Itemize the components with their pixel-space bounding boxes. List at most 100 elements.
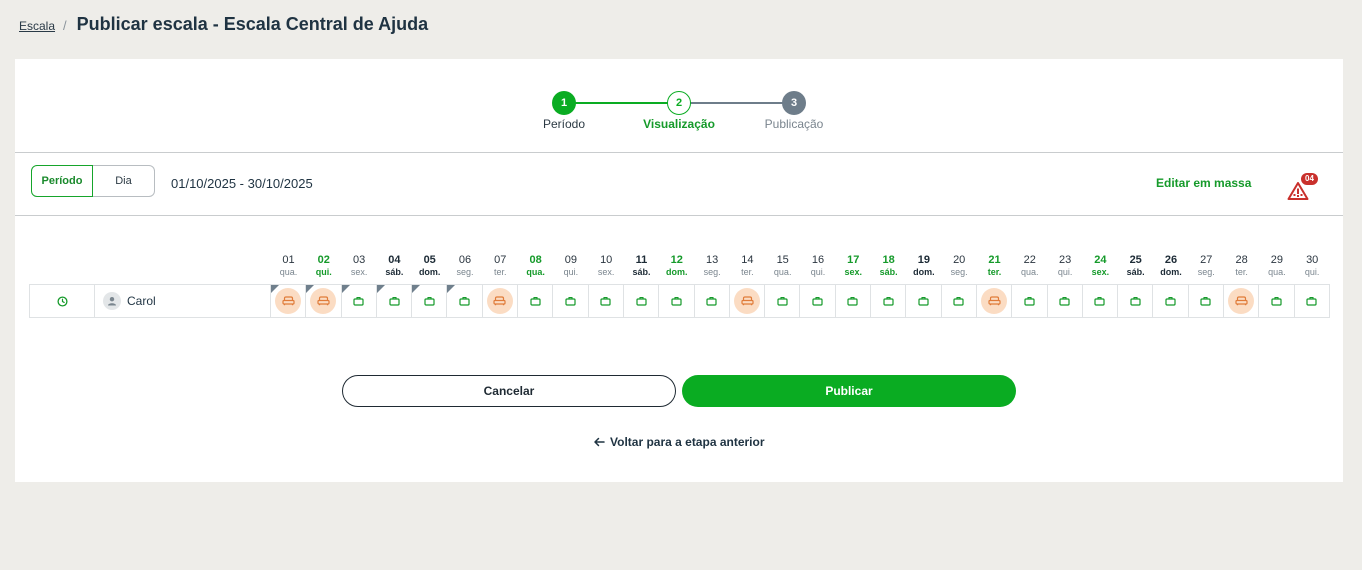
briefcase-icon bbox=[424, 297, 435, 306]
back-link[interactable]: Voltar para a etapa anterior bbox=[593, 435, 765, 449]
day-cell-26[interactable] bbox=[1153, 284, 1189, 318]
briefcase-icon bbox=[530, 297, 541, 306]
day-weekday: seg. bbox=[703, 267, 721, 277]
briefcase-icon bbox=[918, 297, 929, 306]
day-cell-11[interactable] bbox=[623, 284, 660, 318]
day-cell-09[interactable] bbox=[553, 284, 589, 318]
view-mode-period-button[interactable]: Período bbox=[31, 165, 93, 197]
day-weekday: dom. bbox=[666, 267, 688, 277]
day-cell-21[interactable] bbox=[976, 284, 1013, 318]
day-weekday: qua. bbox=[773, 267, 792, 277]
day-cell-14[interactable] bbox=[729, 284, 766, 318]
day-cell-15[interactable] bbox=[765, 284, 801, 318]
day-header-28: 28 ter. bbox=[1224, 254, 1259, 278]
day-off-badge bbox=[486, 288, 513, 314]
day-weekday: qui. bbox=[1304, 267, 1320, 277]
day-cell-05[interactable] bbox=[412, 284, 448, 318]
briefcase-icon bbox=[883, 297, 894, 306]
day-cell-30[interactable] bbox=[1294, 284, 1330, 318]
arrow-left-icon bbox=[594, 437, 605, 447]
day-number: 06 bbox=[458, 254, 472, 266]
day-header-21: 21 ter. bbox=[977, 254, 1012, 278]
edited-marker bbox=[271, 285, 279, 293]
mass-edit-link[interactable]: Editar em massa bbox=[1156, 176, 1251, 190]
day-cell-23[interactable] bbox=[1047, 284, 1083, 318]
step-3-label: Publicação bbox=[764, 117, 824, 131]
day-cell-13[interactable] bbox=[694, 284, 730, 318]
day-off-badge bbox=[734, 288, 760, 314]
main-card: 1 Período 2 Visualização 3 Publicação Pe… bbox=[15, 59, 1343, 482]
page-title: Publicar escala - Escala Central de Ajud… bbox=[76, 14, 429, 34]
briefcase-icon bbox=[1024, 297, 1035, 306]
alerts-button[interactable]: 04 bbox=[1285, 173, 1321, 201]
day-header-08: 08 qua. bbox=[518, 254, 553, 278]
day-header-20: 20 seg. bbox=[942, 254, 977, 278]
edited-marker bbox=[341, 285, 350, 293]
day-weekday: qui. bbox=[315, 267, 332, 277]
day-cell-20[interactable] bbox=[941, 284, 977, 318]
day-header-18: 18 sáb. bbox=[871, 254, 906, 278]
breadcrumb: Escala / Publicar escala - Escala Centra… bbox=[19, 14, 428, 35]
day-cell-08[interactable] bbox=[518, 284, 554, 318]
employee-name: Carol bbox=[127, 294, 156, 308]
day-weekday: ter. bbox=[987, 267, 1002, 277]
day-number: 23 bbox=[1058, 254, 1072, 266]
day-weekday: qua. bbox=[1268, 267, 1286, 277]
day-header-06: 06 seg. bbox=[448, 254, 483, 278]
day-cell-10[interactable] bbox=[588, 284, 624, 318]
day-header-22: 22 qua. bbox=[1012, 254, 1047, 278]
day-weekday: sex. bbox=[844, 267, 863, 277]
day-header-27: 27 seg. bbox=[1189, 254, 1224, 278]
stepper: 1 Período 2 Visualização 3 Publicação bbox=[15, 59, 1343, 153]
day-number: 29 bbox=[1270, 254, 1284, 266]
day-cell-17[interactable] bbox=[835, 284, 872, 318]
briefcase-icon bbox=[1059, 297, 1070, 306]
day-header-02: 02 qui. bbox=[306, 254, 341, 278]
breadcrumb-link-escala[interactable]: Escala bbox=[19, 19, 55, 33]
briefcase-icon bbox=[459, 297, 470, 306]
employee-cell[interactable]: Carol bbox=[95, 284, 271, 318]
day-cell-03[interactable] bbox=[341, 284, 377, 318]
publish-button[interactable]: Publicar bbox=[682, 375, 1016, 407]
day-header-25: 25 sáb. bbox=[1118, 254, 1153, 278]
day-cell-02[interactable] bbox=[306, 284, 342, 318]
day-cell-16[interactable] bbox=[800, 284, 836, 318]
cancel-button[interactable]: Cancelar bbox=[342, 375, 676, 407]
day-number: 11 bbox=[635, 254, 648, 266]
day-header-15: 15 qua. bbox=[765, 254, 800, 278]
day-cell-07[interactable] bbox=[482, 284, 519, 318]
view-mode-day-button[interactable]: Dia bbox=[93, 165, 155, 197]
day-weekday: seg. bbox=[950, 267, 968, 277]
day-cell-27[interactable] bbox=[1188, 284, 1225, 318]
day-weekday: ter. bbox=[494, 267, 507, 277]
alert-count-badge: 04 bbox=[1301, 173, 1318, 185]
briefcase-icon bbox=[953, 297, 964, 306]
day-number: 17 bbox=[847, 254, 860, 266]
day-cell-28[interactable] bbox=[1224, 284, 1260, 318]
briefcase-icon bbox=[847, 297, 858, 306]
day-cell-01[interactable] bbox=[271, 284, 307, 318]
day-number: 07 bbox=[494, 254, 507, 266]
day-cell-25[interactable] bbox=[1118, 284, 1154, 318]
day-weekday: sex. bbox=[597, 267, 615, 277]
status-cell[interactable] bbox=[29, 284, 95, 318]
day-cell-18[interactable] bbox=[871, 284, 907, 318]
day-cell-06[interactable] bbox=[447, 284, 483, 318]
day-cell-12[interactable] bbox=[659, 284, 695, 318]
day-header-12: 12 dom. bbox=[659, 254, 694, 278]
day-weekday: qui. bbox=[810, 267, 826, 277]
day-number: 27 bbox=[1200, 254, 1213, 266]
day-cell-04[interactable] bbox=[376, 284, 413, 318]
day-weekday: qui. bbox=[563, 267, 579, 277]
day-cell-29[interactable] bbox=[1259, 284, 1295, 318]
day-cell-19[interactable] bbox=[906, 284, 942, 318]
day-header-04: 04 sáb. bbox=[377, 254, 412, 278]
sofa-icon bbox=[493, 296, 507, 306]
day-cell-22[interactable] bbox=[1012, 284, 1048, 318]
day-number: 10 bbox=[600, 254, 613, 266]
briefcase-icon bbox=[1200, 297, 1211, 306]
day-cell-24[interactable] bbox=[1082, 284, 1119, 318]
step-1-label: Período bbox=[542, 117, 586, 131]
day-header-09: 09 qui. bbox=[553, 254, 588, 278]
day-number: 20 bbox=[953, 254, 966, 266]
